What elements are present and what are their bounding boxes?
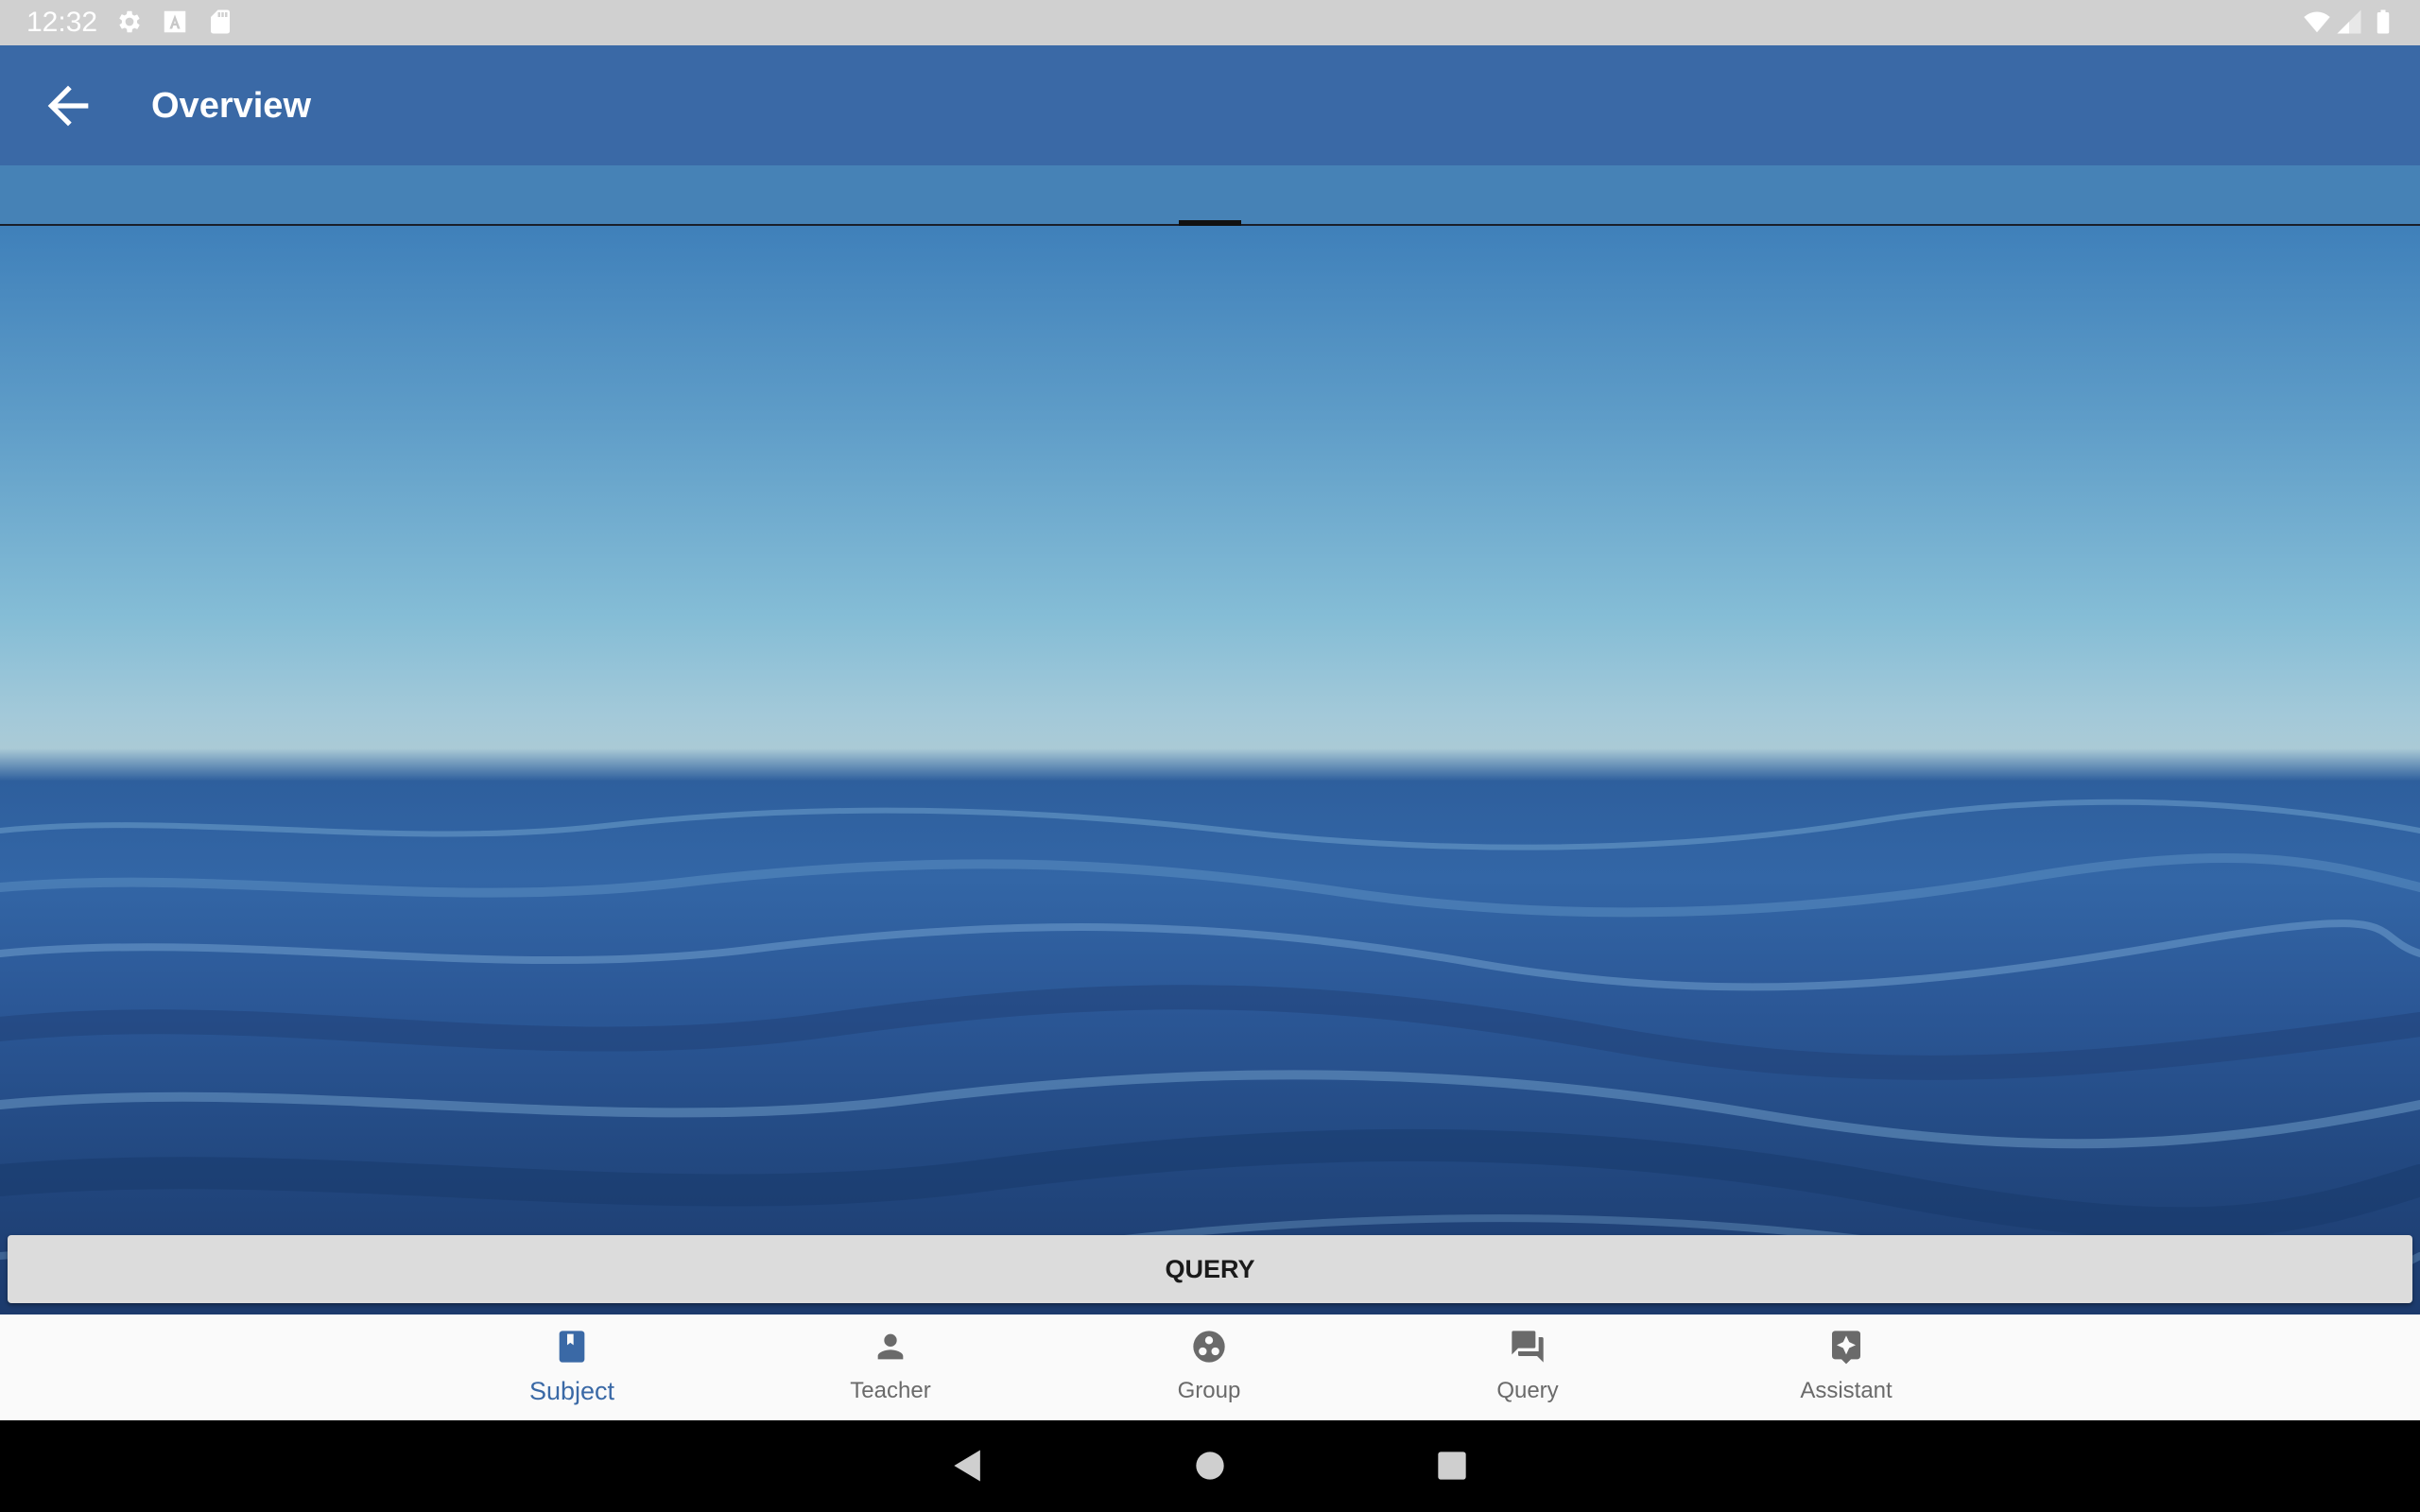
hero-sea-image [0,226,2420,1314]
system-back-button[interactable] [947,1445,989,1486]
assistant-icon [1827,1328,1865,1366]
nav-item-subject[interactable]: Subject [477,1314,666,1420]
person-icon [872,1328,909,1366]
status-time: 12:32 [26,7,98,38]
nav-label-subject: Subject [528,1377,615,1405]
app-screen: 12:32 Overview QUERY Subject Teacher Gro… [0,0,2420,1512]
app-bar: Overview [0,45,2420,165]
nav-item-assistant[interactable]: Assistant [1752,1314,1941,1420]
tab-strip[interactable] [0,165,2420,226]
sd-card-icon [206,8,234,36]
nav-label-teacher: Teacher [850,1378,931,1403]
back-button[interactable] [38,76,98,136]
nav-item-teacher[interactable]: Teacher [796,1314,985,1420]
status-bar: 12:32 [0,0,2420,45]
group-icon [1190,1328,1228,1366]
nav-item-query[interactable]: Query [1433,1314,1622,1420]
system-recents-button[interactable] [1431,1445,1473,1486]
page-title: Overview [151,86,311,126]
gear-icon [115,8,144,36]
cell-signal-icon [2335,8,2363,36]
wifi-icon [2303,8,2331,36]
nav-label-query: Query [1496,1378,1559,1403]
bottom-navigation: Subject Teacher Group Query Assistant [0,1314,2420,1420]
nav-item-group[interactable]: Group [1115,1314,1304,1420]
chat-icon [1509,1328,1547,1366]
book-icon [553,1328,591,1366]
home-circle-icon [1196,1452,1224,1480]
nav-label-assistant: Assistant [1800,1378,1893,1403]
recents-square-icon [1438,1452,1466,1480]
back-triangle-icon [954,1450,980,1482]
query-button[interactable]: QUERY [8,1235,2412,1303]
battery-icon [2369,8,2397,36]
system-navigation-bar [0,1420,2420,1512]
font-a-icon [161,8,189,36]
sea-waves-graphic [0,799,2420,1301]
nav-label-group: Group [1177,1378,1241,1403]
system-home-button[interactable] [1189,1445,1231,1486]
arrow-back-icon [47,85,89,127]
